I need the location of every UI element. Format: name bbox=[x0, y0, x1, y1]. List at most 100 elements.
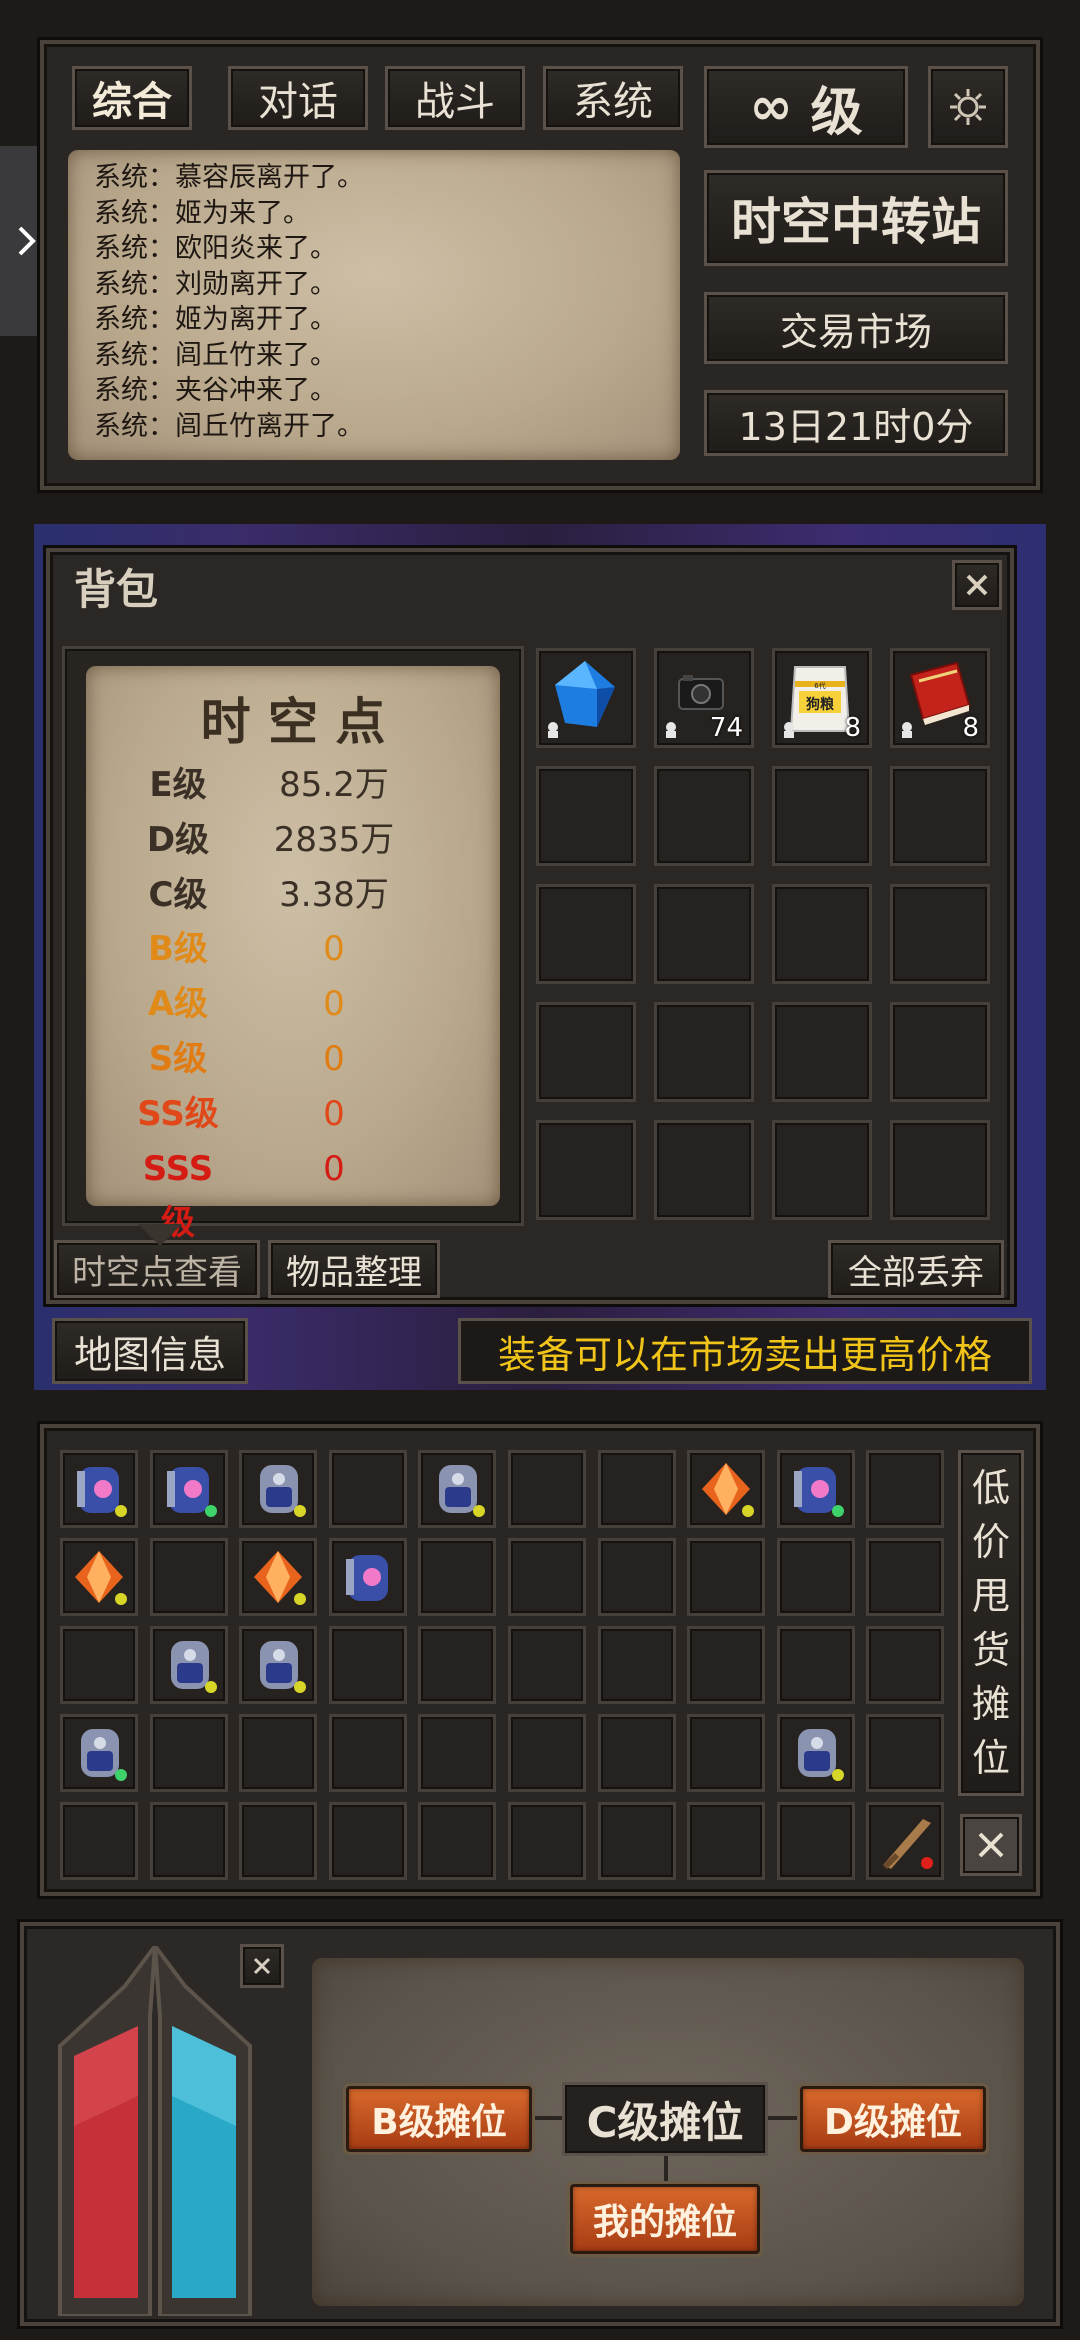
stall-slot[interactable] bbox=[777, 1714, 855, 1792]
stall-slot[interactable] bbox=[508, 1714, 586, 1792]
stall-slot[interactable] bbox=[866, 1450, 944, 1528]
stall-slot[interactable] bbox=[329, 1714, 407, 1792]
points-row: S级 0 bbox=[86, 1032, 500, 1087]
stall-slot[interactable] bbox=[329, 1538, 407, 1616]
tab-system[interactable]: 系统 bbox=[543, 66, 683, 130]
stall-slot[interactable] bbox=[329, 1626, 407, 1704]
inventory-slot[interactable] bbox=[654, 1120, 754, 1220]
settings-button[interactable] bbox=[928, 66, 1008, 148]
stall-slot[interactable] bbox=[598, 1626, 676, 1704]
stall-close-button[interactable] bbox=[960, 1814, 1022, 1876]
market-button[interactable]: 交易市场 bbox=[704, 292, 1008, 364]
stall-slot[interactable] bbox=[687, 1538, 765, 1616]
stall-slot[interactable] bbox=[150, 1450, 228, 1528]
stall-slot[interactable] bbox=[418, 1538, 496, 1616]
cheap-stall-label[interactable]: 低 价 甩 货 摊 位 bbox=[958, 1450, 1024, 1796]
stall-slot[interactable] bbox=[866, 1626, 944, 1704]
stall-slot[interactable] bbox=[687, 1450, 765, 1528]
stall-slot[interactable] bbox=[150, 1538, 228, 1616]
backpack-title: 背包 bbox=[74, 565, 159, 614]
inventory-slot[interactable] bbox=[890, 1002, 990, 1102]
inventory-slot[interactable] bbox=[536, 1120, 636, 1220]
tip-banner: 装备可以在市场卖出更高价格 bbox=[458, 1318, 1032, 1384]
inventory-slot[interactable] bbox=[536, 884, 636, 984]
stall-slot[interactable] bbox=[150, 1626, 228, 1704]
backpack-close-button[interactable] bbox=[952, 560, 1002, 610]
c-stall-button[interactable]: C级摊位 bbox=[562, 2082, 768, 2156]
stall-slot[interactable] bbox=[598, 1714, 676, 1792]
inventory-slot[interactable] bbox=[772, 766, 872, 866]
stall-slot[interactable] bbox=[418, 1802, 496, 1880]
bag-text-top: 6代 bbox=[814, 681, 825, 690]
stall-slot[interactable] bbox=[777, 1450, 855, 1528]
inventory-slot[interactable]: 74 bbox=[654, 648, 754, 748]
stall-slot[interactable] bbox=[239, 1538, 317, 1616]
small-close-button[interactable] bbox=[240, 1944, 284, 1988]
stall-slot[interactable] bbox=[60, 1538, 138, 1616]
inventory-slot[interactable] bbox=[654, 1002, 754, 1102]
stall-slot[interactable] bbox=[239, 1626, 317, 1704]
inventory-slot[interactable] bbox=[772, 1120, 872, 1220]
bound-icon bbox=[781, 721, 797, 739]
tab-dialog[interactable]: 对话 bbox=[228, 66, 368, 130]
tab-general[interactable]: 综合 bbox=[72, 66, 192, 130]
d-stall-button[interactable]: D级摊位 bbox=[800, 2086, 986, 2152]
stall-slot[interactable] bbox=[60, 1626, 138, 1704]
stall-slot[interactable] bbox=[239, 1802, 317, 1880]
tab-battle[interactable]: 战斗 bbox=[385, 66, 525, 130]
inventory-slot[interactable]: 8 bbox=[890, 648, 990, 748]
stall-slot[interactable] bbox=[150, 1714, 228, 1792]
stall-slot[interactable] bbox=[239, 1714, 317, 1792]
discard-all-button[interactable]: 全部丢弃 bbox=[828, 1240, 1004, 1298]
stall-slot[interactable] bbox=[508, 1538, 586, 1616]
inventory-slot[interactable]: 6代 狗粮 8 bbox=[772, 648, 872, 748]
inventory-slot[interactable] bbox=[536, 766, 636, 866]
stall-slot[interactable] bbox=[866, 1714, 944, 1792]
stall-slot[interactable] bbox=[777, 1802, 855, 1880]
stall-slot[interactable] bbox=[60, 1714, 138, 1792]
chat-log[interactable]: 系统：慕容辰离开了。 系统：姬为来了。 系统：欧阳炎来了。 系统：刘勋离开了。 … bbox=[68, 150, 680, 460]
stall-slot[interactable] bbox=[866, 1538, 944, 1616]
bound-icon bbox=[545, 721, 561, 739]
stall-slot[interactable] bbox=[418, 1714, 496, 1792]
stall-slot[interactable] bbox=[329, 1802, 407, 1880]
map-info-button[interactable]: 地图信息 bbox=[52, 1318, 248, 1384]
side-char: 甩 bbox=[971, 1574, 1010, 1618]
points-value: 2835万 bbox=[273, 819, 395, 860]
stall-slot[interactable] bbox=[687, 1802, 765, 1880]
stall-slot[interactable] bbox=[687, 1626, 765, 1704]
inventory-slot[interactable] bbox=[772, 884, 872, 984]
stall-slot[interactable] bbox=[60, 1802, 138, 1880]
stall-slot[interactable] bbox=[60, 1450, 138, 1528]
points-row: B级 0 bbox=[86, 922, 500, 977]
b-stall-button[interactable]: B级摊位 bbox=[346, 2086, 532, 2152]
inventory-slot[interactable] bbox=[536, 648, 636, 748]
inventory-slot[interactable] bbox=[890, 1120, 990, 1220]
stall-slot[interactable] bbox=[508, 1626, 586, 1704]
stall-slot[interactable] bbox=[598, 1538, 676, 1616]
stall-slot[interactable] bbox=[418, 1626, 496, 1704]
my-stall-button[interactable]: 我的摊位 bbox=[570, 2184, 760, 2254]
inventory-slot[interactable] bbox=[654, 884, 754, 984]
inventory-slot[interactable] bbox=[890, 766, 990, 866]
inventory-slot[interactable] bbox=[890, 884, 990, 984]
stall-slot[interactable] bbox=[508, 1802, 586, 1880]
stall-slot[interactable] bbox=[329, 1450, 407, 1528]
points-row: C级 3.38万 bbox=[86, 868, 500, 923]
stall-slot[interactable] bbox=[866, 1802, 944, 1880]
inventory-slot[interactable] bbox=[772, 1002, 872, 1102]
points-value: 0 bbox=[323, 1148, 345, 1189]
inventory-slot[interactable] bbox=[536, 1002, 636, 1102]
stall-slot[interactable] bbox=[598, 1802, 676, 1880]
stall-slot[interactable] bbox=[777, 1626, 855, 1704]
sort-items-button[interactable]: 物品整理 bbox=[268, 1240, 440, 1298]
inventory-slot[interactable] bbox=[654, 766, 754, 866]
stall-slot[interactable] bbox=[598, 1450, 676, 1528]
stall-slot[interactable] bbox=[508, 1450, 586, 1528]
stall-slot[interactable] bbox=[687, 1714, 765, 1792]
view-points-button[interactable]: 时空点查看 bbox=[54, 1240, 260, 1298]
stall-slot[interactable] bbox=[150, 1802, 228, 1880]
stall-slot[interactable] bbox=[239, 1450, 317, 1528]
stall-slot[interactable] bbox=[418, 1450, 496, 1528]
stall-slot[interactable] bbox=[777, 1538, 855, 1616]
